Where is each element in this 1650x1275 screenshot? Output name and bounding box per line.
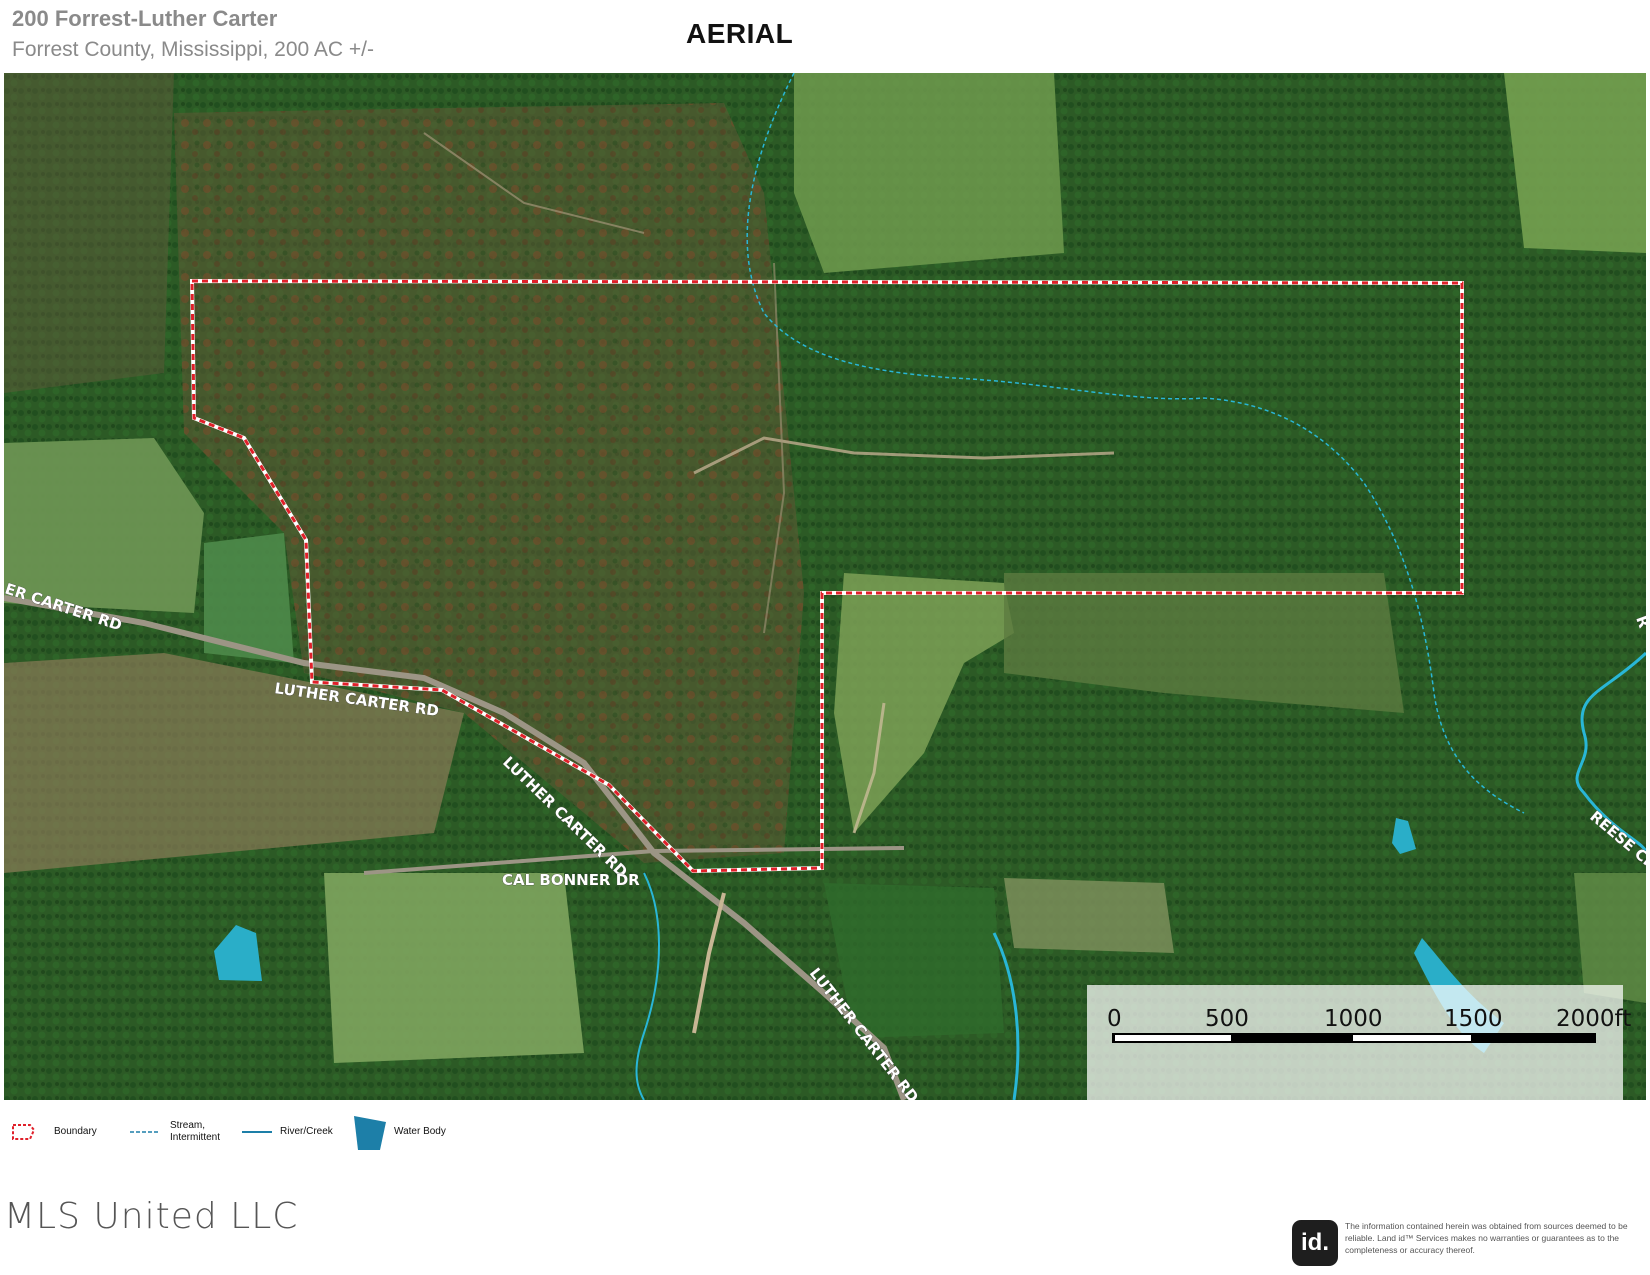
map-subtitle: Forrest County, Mississippi, 200 AC +/- [12, 38, 374, 61]
scale-tick-500: 500 [1205, 1006, 1249, 1032]
river-creek-icon [242, 1131, 272, 1133]
aerial-map[interactable]: ER CARTER RD LUTHER CARTER RD LUTHER CAR… [4, 73, 1646, 1100]
water-body-icon [354, 1116, 386, 1150]
disclaimer-text: The information contained herein was obt… [1345, 1221, 1628, 1255]
scale-bar: 0 500 1000 1500 2000ft [1087, 985, 1631, 1100]
north-pasture [794, 73, 1064, 273]
legend-river-creek: River/Creek [240, 1112, 333, 1152]
legend-label: Stream, Intermittent [170, 1120, 221, 1143]
legend-label: Boundary [54, 1126, 97, 1137]
scale-tick-2000ft: 2000ft [1556, 1006, 1631, 1032]
scale-tick-1000: 1000 [1324, 1006, 1383, 1032]
legend-label: Water Body [394, 1126, 446, 1137]
southeast-clearing [1004, 878, 1174, 953]
scale-bar-segment [1115, 1035, 1231, 1041]
northwest-clearing [4, 73, 174, 393]
map-legend: Boundary Stream, Intermittent River/Cree… [10, 1112, 710, 1152]
road-label-cal-bonner: CAL BONNER DR [502, 871, 640, 889]
stream-intermittent-icon [130, 1131, 160, 1133]
east-field [1574, 873, 1646, 1003]
scale-tick-1500: 1500 [1444, 1006, 1503, 1032]
boundary-icon [12, 1124, 36, 1140]
northeast-pasture [1504, 73, 1646, 253]
scale-bar-segment [1353, 1035, 1471, 1041]
legend-boundary: Boundary [10, 1112, 97, 1152]
legend-label: River/Creek [280, 1126, 333, 1137]
land-id-logo: id. [1292, 1220, 1338, 1266]
view-label: AERIAL [686, 18, 794, 49]
legend-water-body: Water Body [350, 1112, 446, 1152]
brand-name: MLS United LLC [4, 1196, 299, 1237]
legend-stream-intermittent: Stream, Intermittent [128, 1112, 230, 1152]
south-pasture [324, 873, 584, 1063]
map-title: 200 Forrest-Luther Carter [12, 6, 278, 31]
scale-tick-0: 0 [1107, 1006, 1122, 1032]
